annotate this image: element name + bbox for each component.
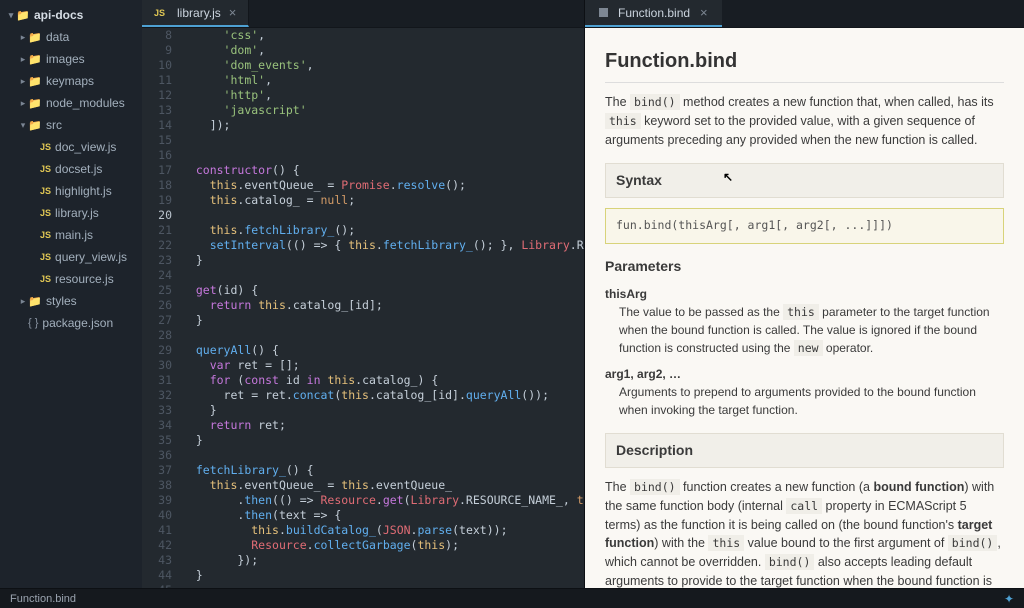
param-desc: The value to be passed as the this param… — [619, 303, 1004, 358]
param-name: thisArg — [605, 285, 1004, 303]
editor-tabbar: JS library.js × — [142, 0, 584, 28]
doc-intro: The bind() method creates a new function… — [605, 93, 1004, 149]
tree-folder-keymaps[interactable]: ▸📁keymaps — [0, 70, 142, 92]
tree-folder-data[interactable]: ▸📁data — [0, 26, 142, 48]
param-desc: Arguments to prepend to arguments provid… — [619, 383, 1004, 419]
tree-file-docset-js[interactable]: JSdocset.js — [0, 158, 142, 180]
syntax-code: fun.bind(thisArg[, arg1[, arg2[, ...]]]) — [605, 208, 1004, 243]
doc-title: Function.bind — [605, 46, 1004, 83]
description-body: The bind() function creates a new functi… — [605, 478, 1004, 588]
tab-function-bind[interactable]: Function.bind × — [585, 0, 722, 27]
close-icon[interactable]: × — [229, 5, 237, 20]
tree-file-main-js[interactable]: JSmain.js — [0, 224, 142, 246]
syntax-heading: Syntax↖ — [605, 163, 1004, 198]
tree-file-query_view-js[interactable]: JSquery_view.js — [0, 246, 142, 268]
doc-panel: Function.bind × Function.bind The bind() … — [584, 0, 1024, 588]
tree-file-doc_view-js[interactable]: JSdoc_view.js — [0, 136, 142, 158]
tree-root[interactable]: ▾📁api-docs — [0, 4, 142, 26]
doc-body[interactable]: Function.bind The bind() method creates a… — [585, 28, 1024, 588]
tree-file-highlight-js[interactable]: JShighlight.js — [0, 180, 142, 202]
tree-folder-images[interactable]: ▸📁images — [0, 48, 142, 70]
cursor-icon: ↖ — [723, 168, 733, 186]
code-lines[interactable]: 'css', 'dom', 'dom_events', 'html', 'htt… — [182, 28, 584, 588]
editor-area: JS library.js × 891011121314151617181920… — [142, 0, 584, 588]
code-editor[interactable]: 8910111213141516171819202122232425262728… — [142, 28, 584, 588]
status-left: Function.bind — [10, 593, 76, 605]
tree-file-resource-js[interactable]: JSresource.js — [0, 268, 142, 290]
tree-file-package-json[interactable]: { }package.json — [0, 312, 142, 334]
param-name: arg1, arg2, … — [605, 365, 1004, 383]
tree-folder-styles[interactable]: ▸📁styles — [0, 290, 142, 312]
js-icon: JS — [154, 8, 165, 18]
tab-label: Function.bind — [618, 6, 690, 20]
tree-folder-src[interactable]: ▾📁src — [0, 114, 142, 136]
notification-icon[interactable]: ✦ — [1004, 592, 1014, 606]
tree-file-library-js[interactable]: JSlibrary.js — [0, 202, 142, 224]
tab-library-js[interactable]: JS library.js × — [142, 0, 249, 27]
doc-tabbar: Function.bind × — [585, 0, 1024, 28]
parameters-heading: Parameters — [605, 256, 1004, 277]
line-gutter: 8910111213141516171819202122232425262728… — [142, 28, 182, 588]
tree-folder-node_modules[interactable]: ▸📁node_modules — [0, 92, 142, 114]
file-tree-sidebar[interactable]: ▾📁api-docs▸📁data▸📁images▸📁keymaps▸📁node_… — [0, 0, 142, 588]
parameters-list: thisArgThe value to be passed as the thi… — [605, 285, 1004, 420]
close-icon[interactable]: × — [700, 5, 708, 20]
status-bar: Function.bind ✦ — [0, 588, 1024, 608]
description-heading: Description — [605, 433, 1004, 468]
doc-icon — [599, 8, 608, 17]
tab-label: library.js — [177, 6, 221, 20]
